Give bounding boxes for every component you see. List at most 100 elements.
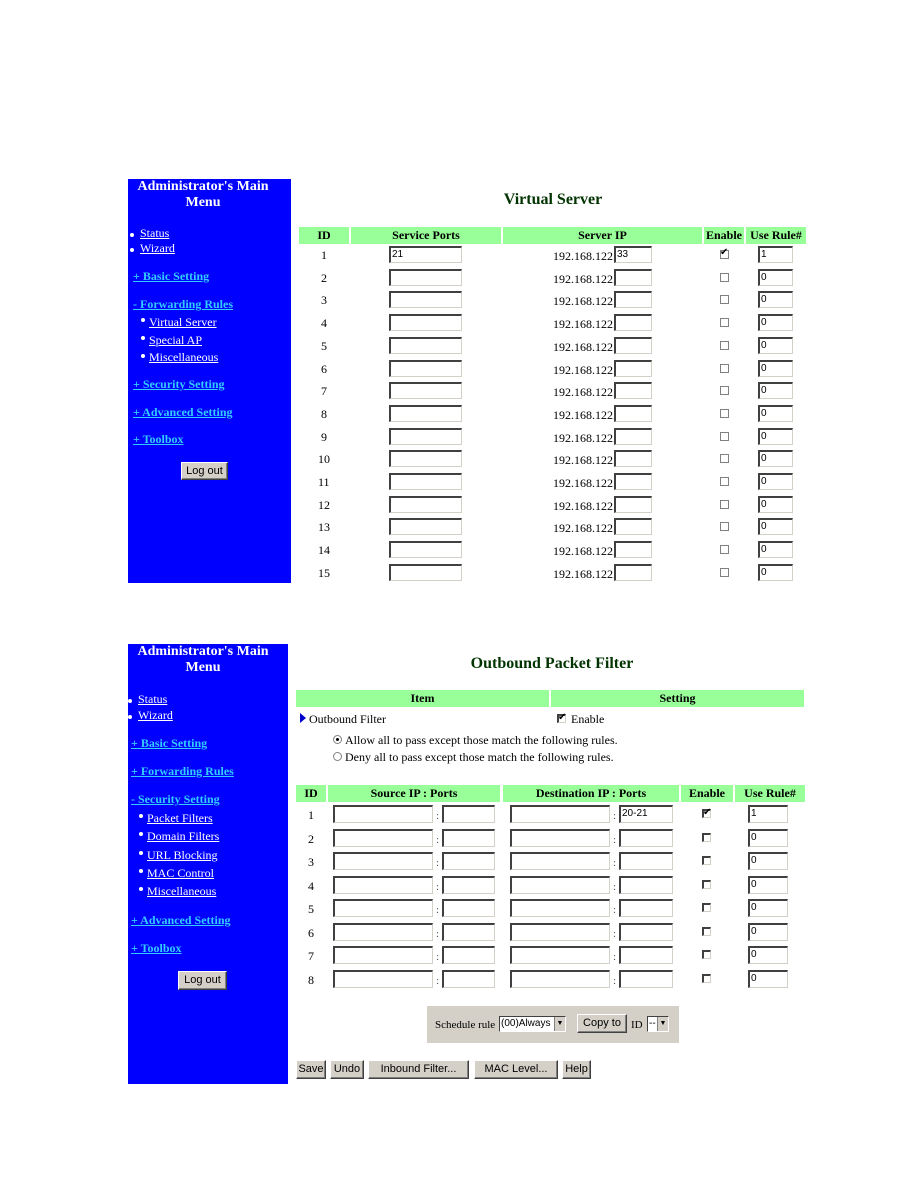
sidebar-item-virtual-server[interactable]: Virtual Server [149,315,217,330]
source-ip-input[interactable] [333,922,433,941]
server-ip-input[interactable] [614,518,652,536]
mac-level-button[interactable]: MAC Level... [474,1060,558,1079]
server-ip-input[interactable] [614,268,652,286]
enable-checkbox[interactable] [720,295,729,305]
server-ip-input[interactable] [614,563,652,581]
source-ip-input[interactable] [333,899,433,917]
enable-checkbox[interactable] [720,318,729,328]
enable-checkbox[interactable]: ✔ [702,807,711,818]
use-rule-input[interactable]: 0 [748,828,788,847]
sidebar-item-advanced-setting[interactable]: + Advanced Setting [133,405,233,420]
source-ports-input[interactable] [442,828,495,847]
destination-ip-input[interactable] [510,946,610,964]
enable-checkbox[interactable]: ✔ [720,247,729,259]
destination-ip-input[interactable] [510,969,610,988]
allow-all-radio[interactable] [333,735,342,744]
service-ports-input[interactable] [389,336,462,354]
enable-checkbox[interactable] [720,408,729,418]
enable-checkbox[interactable] [720,386,729,396]
service-ports-input[interactable] [389,382,462,400]
sidebar-item-forwarding-rules[interactable]: + Forwarding Rules [131,764,234,779]
destination-ports-input[interactable] [619,875,673,894]
sidebar-item-domain-filters[interactable]: Domain Filters [147,829,219,844]
destination-ip-input[interactable] [510,875,610,894]
service-ports-input[interactable]: 21 [389,246,462,263]
enable-checkbox[interactable] [720,477,729,486]
source-ports-input[interactable] [442,875,495,894]
use-rule-input[interactable]: 0 [758,427,793,445]
copy-to-id-select[interactable]: -- ▼ [647,1016,669,1032]
use-rule-input[interactable]: 0 [748,899,788,917]
service-ports-input[interactable] [389,563,462,581]
server-ip-input[interactable] [614,473,652,490]
use-rule-input[interactable]: 0 [758,291,793,309]
use-rule-input[interactable]: 0 [758,541,793,559]
sidebar-item-special-ap[interactable]: Special AP [149,333,202,348]
use-rule-input[interactable]: 0 [758,450,793,468]
use-rule-input[interactable]: 1 [748,805,788,823]
destination-ip-input[interactable] [510,922,610,941]
schedule-rule-select[interactable]: (00)Always ▼ [499,1016,566,1032]
server-ip-input[interactable] [614,427,652,445]
use-rule-input[interactable]: 0 [748,922,788,941]
enable-checkbox[interactable] [702,903,711,912]
destination-ip-input[interactable] [510,828,610,847]
sidebar-item-security-setting[interactable]: - Security Setting [131,792,220,807]
service-ports-input[interactable] [389,359,462,377]
destination-ip-input[interactable] [510,899,610,917]
source-ports-input[interactable] [442,969,495,988]
service-ports-input[interactable] [389,314,462,332]
source-ip-input[interactable] [333,828,433,847]
source-ports-input[interactable] [442,852,495,870]
enable-checkbox[interactable] [720,499,729,509]
service-ports-input[interactable] [389,404,462,422]
enable-checkbox[interactable] [702,832,711,842]
use-rule-input[interactable]: 0 [758,473,793,490]
source-ip-input[interactable] [333,969,433,988]
sidebar-item-url-blocking[interactable]: URL Blocking [147,848,218,863]
destination-ports-input[interactable]: 20-21 [619,805,673,823]
destination-ports-input[interactable] [619,899,673,917]
inbound-filter-button[interactable]: Inbound Filter... [368,1060,469,1079]
source-ports-input[interactable] [442,922,495,941]
use-rule-input[interactable]: 0 [758,495,793,513]
destination-ports-input[interactable] [619,852,673,870]
use-rule-input[interactable]: 0 [748,946,788,964]
enable-checkbox[interactable] [702,973,711,983]
server-ip-input[interactable]: 33 [614,246,652,263]
sidebar-item-wizard[interactable]: Wizard [140,241,175,256]
use-rule-input[interactable]: 0 [758,336,793,354]
enable-checkbox[interactable] [720,545,729,555]
sidebar-item-basic-setting[interactable]: + Basic Setting [131,736,207,751]
enable-checkbox[interactable] [720,272,729,282]
enable-checkbox[interactable] [720,340,729,350]
destination-ports-input[interactable] [619,969,673,988]
server-ip-input[interactable] [614,359,652,377]
service-ports-input[interactable] [389,291,462,309]
destination-ports-input[interactable] [619,946,673,964]
service-ports-input[interactable] [389,473,462,490]
copy-to-button[interactable]: Copy to [577,1014,627,1033]
destination-ports-input[interactable] [619,922,673,941]
help-button[interactable]: Help [562,1060,591,1079]
enable-checkbox[interactable] [702,926,711,936]
outbound-filter-enable-checkbox[interactable]: ✔ [557,712,566,723]
source-ip-input[interactable] [333,852,433,870]
use-rule-input[interactable]: 0 [748,969,788,988]
sidebar-item-toolbox[interactable]: + Toolbox [133,432,184,447]
destination-ports-input[interactable] [619,828,673,847]
deny-all-radio[interactable] [333,752,342,761]
server-ip-input[interactable] [614,450,652,468]
use-rule-input[interactable]: 0 [748,852,788,870]
sidebar-item-basic-setting[interactable]: + Basic Setting [133,269,209,284]
service-ports-input[interactable] [389,541,462,559]
use-rule-input[interactable]: 0 [758,563,793,581]
logout-button[interactable]: Log out [181,462,228,480]
destination-ip-input[interactable] [510,852,610,870]
server-ip-input[interactable] [614,382,652,400]
service-ports-input[interactable] [389,427,462,445]
enable-checkbox[interactable] [702,856,711,865]
destination-ip-input[interactable] [510,805,610,823]
undo-button[interactable]: Undo [330,1060,364,1079]
source-ip-input[interactable] [333,875,433,894]
